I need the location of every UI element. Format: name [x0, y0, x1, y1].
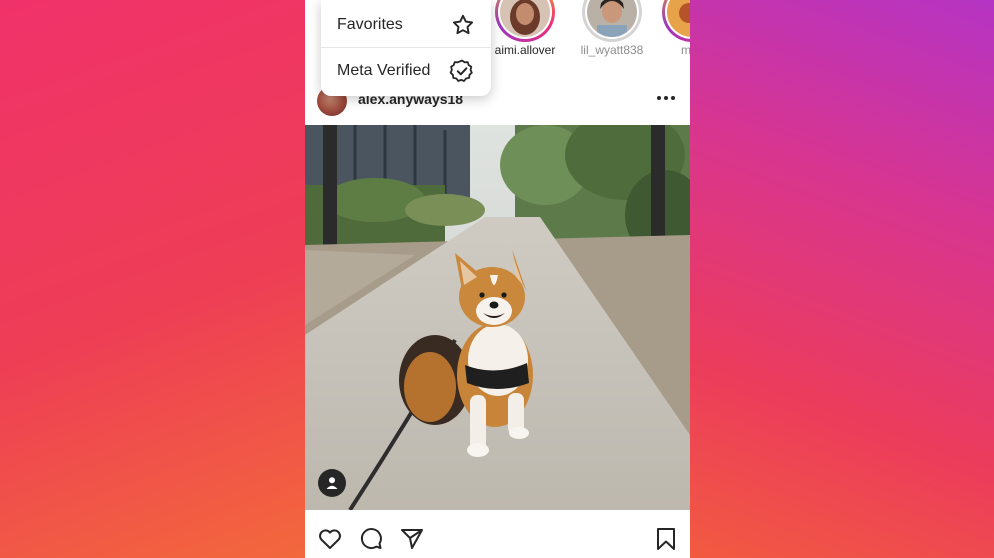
comment-icon[interactable] — [358, 526, 384, 552]
story-aimi-allover[interactable]: aimi.allover — [490, 0, 560, 57]
star-icon — [452, 14, 474, 34]
app-screen: aimi.allover lil_wyatt838 mist — [305, 0, 690, 558]
story-username: mist — [681, 43, 690, 57]
story-mist[interactable]: mist — [657, 0, 690, 57]
feed-filter-menu: Favorites Meta Verified — [321, 0, 491, 96]
user-icon — [326, 477, 338, 489]
story-username: lil_wyatt838 — [580, 43, 644, 57]
menu-item-favorites[interactable]: Favorites — [321, 2, 491, 48]
story-avatar — [667, 0, 690, 37]
more-options-icon[interactable] — [654, 88, 678, 108]
story-avatar — [500, 0, 550, 37]
background-gradient-right — [690, 0, 994, 558]
story-username: aimi.allover — [494, 43, 556, 57]
tagged-users-button[interactable] — [318, 469, 346, 497]
heart-icon[interactable] — [317, 526, 343, 552]
verified-badge-icon — [449, 59, 473, 82]
bookmark-icon[interactable] — [653, 526, 679, 552]
menu-item-label: Favorites — [337, 15, 403, 33]
corgi-photo — [305, 125, 690, 510]
post-action-bar — [305, 520, 690, 558]
story-lil-wyatt838[interactable]: lil_wyatt838 — [577, 0, 647, 57]
menu-item-meta-verified[interactable]: Meta Verified — [321, 48, 491, 94]
menu-item-label: Meta Verified — [337, 62, 431, 79]
post-image[interactable] — [305, 125, 690, 510]
share-icon[interactable] — [399, 526, 425, 552]
story-avatar — [587, 0, 637, 37]
